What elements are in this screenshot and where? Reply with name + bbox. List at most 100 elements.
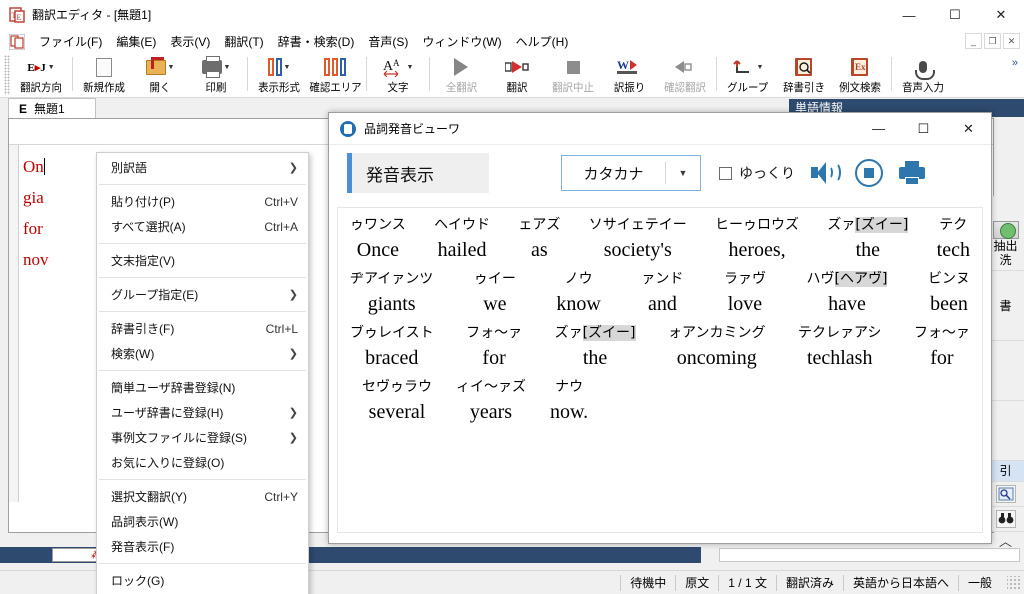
mode-tab-pronunciation[interactable]: 発音表示 bbox=[347, 153, 489, 193]
context-menu-item-group-assign[interactable]: グループ指定(E) ❯ bbox=[97, 282, 308, 307]
toolbar-button-open[interactable]: ▼ 開く bbox=[132, 53, 188, 96]
context-menu-item-search[interactable]: 検索(W) ❯ bbox=[97, 341, 308, 366]
menu-item-dictionary-search[interactable]: 辞書・検索(D) bbox=[271, 30, 362, 53]
toolbar-button-font[interactable]: A A ▼ 文字 bbox=[370, 53, 426, 96]
pronunciation-word[interactable]: ラァヴ love bbox=[722, 268, 768, 318]
toolbar-button-translate-all[interactable]: 全翻訳 bbox=[433, 53, 489, 96]
dialog-minimize-button[interactable]: — bbox=[856, 113, 901, 144]
pronunciation-word[interactable]: フォ～ァ for bbox=[464, 322, 524, 372]
toolbar-grip[interactable] bbox=[4, 55, 10, 95]
toolbar-button-check-area[interactable]: 確認エリア bbox=[307, 53, 363, 96]
context-menu-item-select-all[interactable]: すべて選択(A) Ctrl+A bbox=[97, 214, 308, 239]
chevron-down-icon[interactable]: ▼ bbox=[407, 64, 414, 71]
chevron-down-icon[interactable]: ▼ bbox=[224, 64, 231, 71]
window-minimize-button[interactable]: — bbox=[886, 0, 932, 30]
toolbar-button-word-gloss[interactable]: W 訳振り bbox=[601, 53, 657, 96]
right-panel-extract-block[interactable]: 抽出 洗 bbox=[987, 218, 1024, 271]
pronunciation-word[interactable]: セヴゥラウ several bbox=[360, 376, 434, 426]
pronunciation-word[interactable]: ゥイー we bbox=[472, 268, 518, 318]
menu-item-edit[interactable]: 編集(E) bbox=[109, 30, 163, 53]
context-menu-item-sentence-end[interactable]: 文末指定(V) bbox=[97, 248, 308, 273]
pronunciation-word[interactable]: ヂアイァンツ giants bbox=[348, 268, 435, 318]
pronunciation-word[interactable]: ビンヌ been bbox=[926, 268, 972, 318]
menu-item-help[interactable]: ヘルプ(H) bbox=[509, 30, 576, 53]
toolbar-button-verify-translate[interactable]: 確認翻訳 bbox=[657, 53, 713, 96]
stop-circle-icon[interactable] bbox=[855, 159, 883, 187]
context-menu[interactable]: 別訳語 ❯ 貼り付け(P) Ctrl+V すべて選択(A) Ctrl+A 文末指… bbox=[96, 152, 309, 594]
context-menu-item-dictionary-lookup[interactable]: 辞書引き(F) Ctrl+L bbox=[97, 316, 308, 341]
context-menu-item-show-pronunciation[interactable]: 発音表示(F) bbox=[97, 534, 308, 559]
scroll-up-icon[interactable]: ︿ bbox=[999, 536, 1012, 547]
window-maximize-button[interactable]: ☐ bbox=[932, 0, 978, 30]
speaker-icon[interactable] bbox=[811, 161, 839, 185]
pronunciation-word[interactable]: ブゥレイスト braced bbox=[348, 322, 436, 372]
context-menu-item-paste[interactable]: 貼り付け(P) Ctrl+V bbox=[97, 189, 308, 214]
chevron-down-icon[interactable]: ▼ bbox=[284, 64, 291, 71]
right-panel-dict-icon-block[interactable] bbox=[987, 482, 1024, 507]
context-menu-item-lock[interactable]: ロック(G) bbox=[97, 568, 308, 593]
chevron-down-icon[interactable]: ▼ bbox=[666, 168, 700, 178]
menu-item-translate[interactable]: 翻訳(T) bbox=[217, 30, 270, 53]
slow-speech-checkbox[interactable]: ゆっくり bbox=[719, 163, 795, 183]
resize-grip[interactable] bbox=[1007, 576, 1021, 590]
right-panel-index-block[interactable]: 引 bbox=[987, 461, 1024, 482]
mdi-close-button[interactable]: ✕ bbox=[1003, 33, 1020, 49]
pronunciation-word[interactable]: ヘイウド hailed bbox=[432, 214, 492, 264]
pronunciation-word[interactable]: ヒーゥロウズ heroes, bbox=[713, 214, 801, 264]
context-menu-item-register-example-file[interactable]: 事例文ファイルに登録(S) ❯ bbox=[97, 425, 308, 450]
toolbar-button-print[interactable]: ▼ 印刷 bbox=[188, 53, 244, 96]
checkbox-box[interactable] bbox=[719, 167, 732, 180]
pronunciation-word[interactable]: ナウ now. bbox=[548, 376, 590, 426]
pronunciation-word[interactable]: ィイ～ァズ years bbox=[454, 376, 528, 426]
chevron-down-icon[interactable]: ▼ bbox=[757, 64, 764, 71]
mdi-restore-button[interactable]: ❐ bbox=[984, 33, 1001, 49]
pronunciation-word[interactable]: テク tech bbox=[935, 214, 972, 264]
pronunciation-word[interactable]: テクレァアシ techlash bbox=[796, 322, 883, 372]
context-menu-item-add-favorite[interactable]: お気に入りに登録(O) bbox=[97, 450, 308, 475]
toolbar-overflow-button[interactable]: » bbox=[1012, 57, 1018, 69]
pronunciation-word[interactable]: ノウ know bbox=[554, 268, 602, 318]
svg-text:E: E bbox=[17, 13, 22, 22]
chevron-down-icon[interactable]: ▼ bbox=[48, 64, 55, 71]
toolbar-button-voice-input[interactable]: 音声入力 bbox=[895, 53, 951, 96]
pronunciation-word[interactable]: ズァ[ズイー] the bbox=[825, 214, 910, 264]
context-menu-item-alternate-translation[interactable]: 別訳語 ❯ bbox=[97, 155, 308, 180]
document-tab[interactable]: E 無題1 bbox=[8, 98, 96, 118]
pronunciation-word[interactable]: ソサイェテイー society's bbox=[587, 214, 689, 264]
toolbar-button-example-search[interactable]: Ex 例文検索 bbox=[832, 53, 888, 96]
context-menu-item-show-pos[interactable]: 品詞表示(W) bbox=[97, 509, 308, 534]
pronunciation-word[interactable]: ェアズ as bbox=[516, 214, 562, 264]
right-panel-binoculars-block[interactable] bbox=[987, 507, 1024, 532]
dialog-maximize-button[interactable]: ☐ bbox=[901, 113, 946, 144]
pronunciation-word[interactable]: ズァ[ズイー] the bbox=[553, 322, 638, 372]
document-tab-label: 無題1 bbox=[34, 100, 65, 117]
menu-item-window[interactable]: ウィンドウ(W) bbox=[415, 30, 508, 53]
right-panel-dictionary-block[interactable]: 書 bbox=[987, 271, 1024, 341]
pronunciation-word[interactable]: ォアンカミング oncoming bbox=[666, 322, 767, 372]
menu-item-file[interactable]: ファイル(F) bbox=[32, 30, 109, 53]
toolbar-button-translation-direction[interactable]: E▸J▼ 翻訳方向 bbox=[13, 53, 69, 96]
toolbar-button-group[interactable]: ▼ グループ bbox=[720, 53, 776, 96]
toolbar-button-dictionary-lookup[interactable]: 辞書引き bbox=[776, 53, 832, 96]
mdi-minimize-button[interactable]: _ bbox=[965, 33, 982, 49]
pronunciation-word[interactable]: フォ～ァ for bbox=[912, 322, 972, 372]
pronunciation-word[interactable]: ァンド and bbox=[639, 268, 685, 318]
dialog-close-button[interactable]: ✕ bbox=[946, 113, 991, 144]
pronunciation-word[interactable]: ゥワンス Once bbox=[348, 214, 408, 264]
menu-item-view[interactable]: 表示(V) bbox=[163, 30, 217, 53]
pronunciation-text-area[interactable]: ゥワンス Once ヘイウド hailed ェアズ as ソサイェテイー soc… bbox=[337, 207, 983, 533]
submenu-arrow-icon: ❯ bbox=[289, 347, 298, 360]
context-menu-item-translate-selection[interactable]: 選択文翻訳(Y) Ctrl+Y bbox=[97, 484, 308, 509]
toolbar-button-new[interactable]: 新規作成 bbox=[76, 53, 132, 96]
toolbar-button-translate[interactable]: 翻訳 bbox=[489, 53, 545, 96]
context-menu-item-register-user-dict[interactable]: ユーザ辞書に登録(H) ❯ bbox=[97, 400, 308, 425]
toolbar-button-stop-translate[interactable]: 翻訳中止 bbox=[545, 53, 601, 96]
printer-icon[interactable] bbox=[899, 161, 925, 185]
toolbar-button-view-format[interactable]: ▼ 表示形式 bbox=[251, 53, 307, 96]
context-menu-item-quick-user-dict[interactable]: 簡単ユーザ辞書登録(N) bbox=[97, 375, 308, 400]
chevron-down-icon[interactable]: ▼ bbox=[168, 64, 175, 71]
menu-item-voice[interactable]: 音声(S) bbox=[361, 30, 415, 53]
kana-type-select[interactable]: カタカナ ▼ bbox=[561, 155, 701, 191]
window-close-button[interactable]: ✕ bbox=[978, 0, 1024, 30]
pronunciation-word[interactable]: ハヴ[ヘアヴ] have bbox=[805, 268, 890, 318]
